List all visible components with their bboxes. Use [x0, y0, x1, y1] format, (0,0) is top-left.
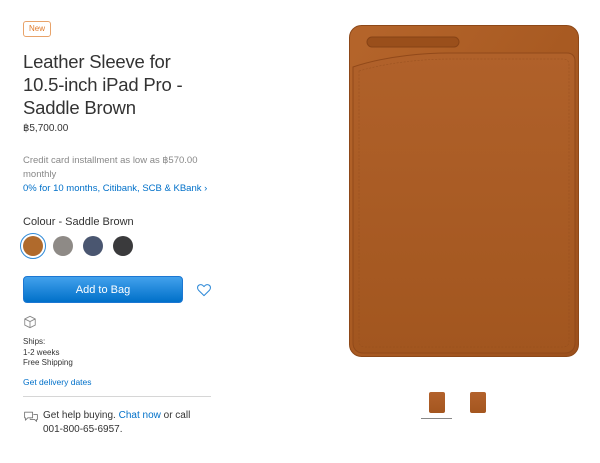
- box-icon: [24, 315, 36, 329]
- product-title: Leather Sleeve for 10.5-inch iPad Pro - …: [23, 51, 183, 118]
- chat-icon: [24, 411, 38, 422]
- product-image: [349, 25, 579, 357]
- installment-text: Credit card installment as low as ฿570.0…: [23, 155, 198, 180]
- thumbnail-selected-indicator: [421, 418, 452, 419]
- shipping-info: Ships: 1-2 weeks Free Shipping: [23, 337, 213, 369]
- help-row: Get help buying. Chat now or call 001-80…: [23, 409, 213, 437]
- thumbnail-front[interactable]: [429, 392, 445, 413]
- help-text: Get help buying. Chat now or call 001-80…: [43, 409, 193, 437]
- new-badge: New: [23, 21, 52, 37]
- swatch-saddle-brown[interactable]: [20, 233, 46, 259]
- swatch-taupe[interactable]: [53, 236, 73, 256]
- chat-now-link[interactable]: Chat now: [119, 410, 161, 421]
- delivery-dates-link[interactable]: Get delivery dates: [23, 377, 213, 387]
- swatch-midnight-blue[interactable]: [83, 236, 103, 256]
- ships-label: Ships:: [23, 337, 46, 346]
- installment-link[interactable]: 0% for 10 months, Citibank, SCB & KBank …: [23, 183, 213, 194]
- free-shipping: Free Shipping: [23, 358, 73, 367]
- help-suffix: or call: [163, 409, 191, 421]
- product-price: ฿5,700.00: [23, 123, 69, 134]
- help-prefix: Get help buying.: [43, 409, 116, 421]
- colour-swatches: [20, 233, 213, 259]
- swatch-black[interactable]: [113, 236, 133, 256]
- divider: [23, 395, 211, 397]
- add-to-bag-button[interactable]: Add to Bag: [23, 276, 183, 303]
- bag-row: Add to Bag: [23, 276, 213, 303]
- ships-duration: 1-2 weeks: [23, 347, 60, 357]
- thumbnail-back[interactable]: [470, 392, 486, 413]
- colour-label: Colour - Saddle Brown: [23, 216, 134, 228]
- help-phone: 001-800-65-6957.: [43, 423, 123, 435]
- heart-icon[interactable]: [196, 282, 212, 298]
- product-info-panel: New Leather Sleeve for 10.5-inch iPad Pr…: [20, 18, 213, 437]
